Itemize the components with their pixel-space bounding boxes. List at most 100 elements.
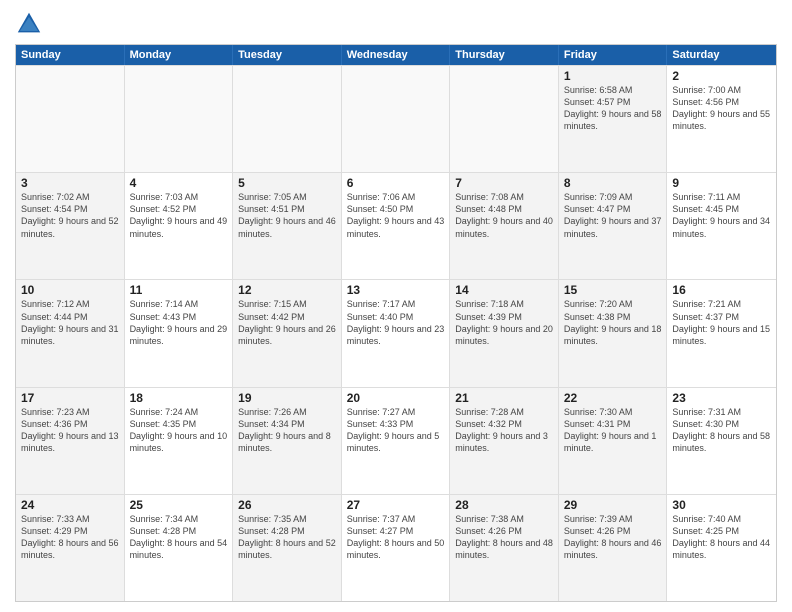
day-number: 11 — [130, 283, 228, 297]
day-info: Sunrise: 7:11 AM Sunset: 4:45 PM Dayligh… — [672, 191, 771, 240]
calendar-row-0: 1Sunrise: 6:58 AM Sunset: 4:57 PM Daylig… — [16, 65, 776, 172]
day-number: 21 — [455, 391, 553, 405]
empty-cell — [233, 66, 342, 172]
day-cell-5: 5Sunrise: 7:05 AM Sunset: 4:51 PM Daylig… — [233, 173, 342, 279]
weekday-header-wednesday: Wednesday — [342, 45, 451, 65]
day-number: 10 — [21, 283, 119, 297]
day-cell-8: 8Sunrise: 7:09 AM Sunset: 4:47 PM Daylig… — [559, 173, 668, 279]
day-info: Sunrise: 7:02 AM Sunset: 4:54 PM Dayligh… — [21, 191, 119, 240]
day-number: 28 — [455, 498, 553, 512]
calendar-header: SundayMondayTuesdayWednesdayThursdayFrid… — [16, 45, 776, 65]
empty-cell — [450, 66, 559, 172]
header — [15, 10, 777, 38]
logo — [15, 10, 47, 38]
day-cell-18: 18Sunrise: 7:24 AM Sunset: 4:35 PM Dayli… — [125, 388, 234, 494]
day-info: Sunrise: 7:31 AM Sunset: 4:30 PM Dayligh… — [672, 406, 771, 455]
calendar-row-3: 17Sunrise: 7:23 AM Sunset: 4:36 PM Dayli… — [16, 387, 776, 494]
day-info: Sunrise: 7:38 AM Sunset: 4:26 PM Dayligh… — [455, 513, 553, 562]
day-cell-15: 15Sunrise: 7:20 AM Sunset: 4:38 PM Dayli… — [559, 280, 668, 386]
calendar-row-1: 3Sunrise: 7:02 AM Sunset: 4:54 PM Daylig… — [16, 172, 776, 279]
day-info: Sunrise: 7:26 AM Sunset: 4:34 PM Dayligh… — [238, 406, 336, 455]
day-info: Sunrise: 7:18 AM Sunset: 4:39 PM Dayligh… — [455, 298, 553, 347]
day-cell-27: 27Sunrise: 7:37 AM Sunset: 4:27 PM Dayli… — [342, 495, 451, 601]
day-cell-28: 28Sunrise: 7:38 AM Sunset: 4:26 PM Dayli… — [450, 495, 559, 601]
weekday-header-friday: Friday — [559, 45, 668, 65]
weekday-header-thursday: Thursday — [450, 45, 559, 65]
day-number: 16 — [672, 283, 771, 297]
day-info: Sunrise: 7:17 AM Sunset: 4:40 PM Dayligh… — [347, 298, 445, 347]
day-info: Sunrise: 6:58 AM Sunset: 4:57 PM Dayligh… — [564, 84, 662, 133]
calendar-row-4: 24Sunrise: 7:33 AM Sunset: 4:29 PM Dayli… — [16, 494, 776, 601]
empty-cell — [16, 66, 125, 172]
day-cell-26: 26Sunrise: 7:35 AM Sunset: 4:28 PM Dayli… — [233, 495, 342, 601]
day-info: Sunrise: 7:27 AM Sunset: 4:33 PM Dayligh… — [347, 406, 445, 455]
day-info: Sunrise: 7:40 AM Sunset: 4:25 PM Dayligh… — [672, 513, 771, 562]
day-number: 24 — [21, 498, 119, 512]
day-cell-9: 9Sunrise: 7:11 AM Sunset: 4:45 PM Daylig… — [667, 173, 776, 279]
day-info: Sunrise: 7:28 AM Sunset: 4:32 PM Dayligh… — [455, 406, 553, 455]
day-cell-30: 30Sunrise: 7:40 AM Sunset: 4:25 PM Dayli… — [667, 495, 776, 601]
day-number: 19 — [238, 391, 336, 405]
day-info: Sunrise: 7:03 AM Sunset: 4:52 PM Dayligh… — [130, 191, 228, 240]
day-number: 13 — [347, 283, 445, 297]
day-info: Sunrise: 7:30 AM Sunset: 4:31 PM Dayligh… — [564, 406, 662, 455]
day-number: 7 — [455, 176, 553, 190]
day-info: Sunrise: 7:21 AM Sunset: 4:37 PM Dayligh… — [672, 298, 771, 347]
day-info: Sunrise: 7:14 AM Sunset: 4:43 PM Dayligh… — [130, 298, 228, 347]
day-cell-21: 21Sunrise: 7:28 AM Sunset: 4:32 PM Dayli… — [450, 388, 559, 494]
day-number: 1 — [564, 69, 662, 83]
day-number: 14 — [455, 283, 553, 297]
weekday-header-sunday: Sunday — [16, 45, 125, 65]
day-cell-20: 20Sunrise: 7:27 AM Sunset: 4:33 PM Dayli… — [342, 388, 451, 494]
weekday-header-saturday: Saturday — [667, 45, 776, 65]
day-number: 22 — [564, 391, 662, 405]
day-cell-11: 11Sunrise: 7:14 AM Sunset: 4:43 PM Dayli… — [125, 280, 234, 386]
day-cell-14: 14Sunrise: 7:18 AM Sunset: 4:39 PM Dayli… — [450, 280, 559, 386]
logo-icon — [15, 10, 43, 38]
weekday-header-tuesday: Tuesday — [233, 45, 342, 65]
day-number: 3 — [21, 176, 119, 190]
day-number: 26 — [238, 498, 336, 512]
day-number: 29 — [564, 498, 662, 512]
calendar: SundayMondayTuesdayWednesdayThursdayFrid… — [15, 44, 777, 602]
day-number: 15 — [564, 283, 662, 297]
day-cell-7: 7Sunrise: 7:08 AM Sunset: 4:48 PM Daylig… — [450, 173, 559, 279]
day-number: 17 — [21, 391, 119, 405]
day-info: Sunrise: 7:33 AM Sunset: 4:29 PM Dayligh… — [21, 513, 119, 562]
weekday-header-monday: Monday — [125, 45, 234, 65]
day-number: 25 — [130, 498, 228, 512]
day-info: Sunrise: 7:08 AM Sunset: 4:48 PM Dayligh… — [455, 191, 553, 240]
day-cell-22: 22Sunrise: 7:30 AM Sunset: 4:31 PM Dayli… — [559, 388, 668, 494]
day-info: Sunrise: 7:39 AM Sunset: 4:26 PM Dayligh… — [564, 513, 662, 562]
day-info: Sunrise: 7:15 AM Sunset: 4:42 PM Dayligh… — [238, 298, 336, 347]
day-cell-10: 10Sunrise: 7:12 AM Sunset: 4:44 PM Dayli… — [16, 280, 125, 386]
empty-cell — [342, 66, 451, 172]
day-info: Sunrise: 7:06 AM Sunset: 4:50 PM Dayligh… — [347, 191, 445, 240]
day-info: Sunrise: 7:20 AM Sunset: 4:38 PM Dayligh… — [564, 298, 662, 347]
day-cell-17: 17Sunrise: 7:23 AM Sunset: 4:36 PM Dayli… — [16, 388, 125, 494]
day-number: 27 — [347, 498, 445, 512]
day-cell-2: 2Sunrise: 7:00 AM Sunset: 4:56 PM Daylig… — [667, 66, 776, 172]
day-number: 12 — [238, 283, 336, 297]
day-number: 20 — [347, 391, 445, 405]
day-number: 23 — [672, 391, 771, 405]
day-number: 2 — [672, 69, 771, 83]
day-number: 5 — [238, 176, 336, 190]
page: SundayMondayTuesdayWednesdayThursdayFrid… — [0, 0, 792, 612]
day-number: 9 — [672, 176, 771, 190]
day-info: Sunrise: 7:34 AM Sunset: 4:28 PM Dayligh… — [130, 513, 228, 562]
day-info: Sunrise: 7:09 AM Sunset: 4:47 PM Dayligh… — [564, 191, 662, 240]
empty-cell — [125, 66, 234, 172]
day-cell-19: 19Sunrise: 7:26 AM Sunset: 4:34 PM Dayli… — [233, 388, 342, 494]
day-cell-29: 29Sunrise: 7:39 AM Sunset: 4:26 PM Dayli… — [559, 495, 668, 601]
day-cell-13: 13Sunrise: 7:17 AM Sunset: 4:40 PM Dayli… — [342, 280, 451, 386]
calendar-row-2: 10Sunrise: 7:12 AM Sunset: 4:44 PM Dayli… — [16, 279, 776, 386]
day-info: Sunrise: 7:37 AM Sunset: 4:27 PM Dayligh… — [347, 513, 445, 562]
day-number: 30 — [672, 498, 771, 512]
day-number: 4 — [130, 176, 228, 190]
day-cell-4: 4Sunrise: 7:03 AM Sunset: 4:52 PM Daylig… — [125, 173, 234, 279]
day-cell-3: 3Sunrise: 7:02 AM Sunset: 4:54 PM Daylig… — [16, 173, 125, 279]
calendar-body: 1Sunrise: 6:58 AM Sunset: 4:57 PM Daylig… — [16, 65, 776, 601]
day-info: Sunrise: 7:23 AM Sunset: 4:36 PM Dayligh… — [21, 406, 119, 455]
day-cell-24: 24Sunrise: 7:33 AM Sunset: 4:29 PM Dayli… — [16, 495, 125, 601]
